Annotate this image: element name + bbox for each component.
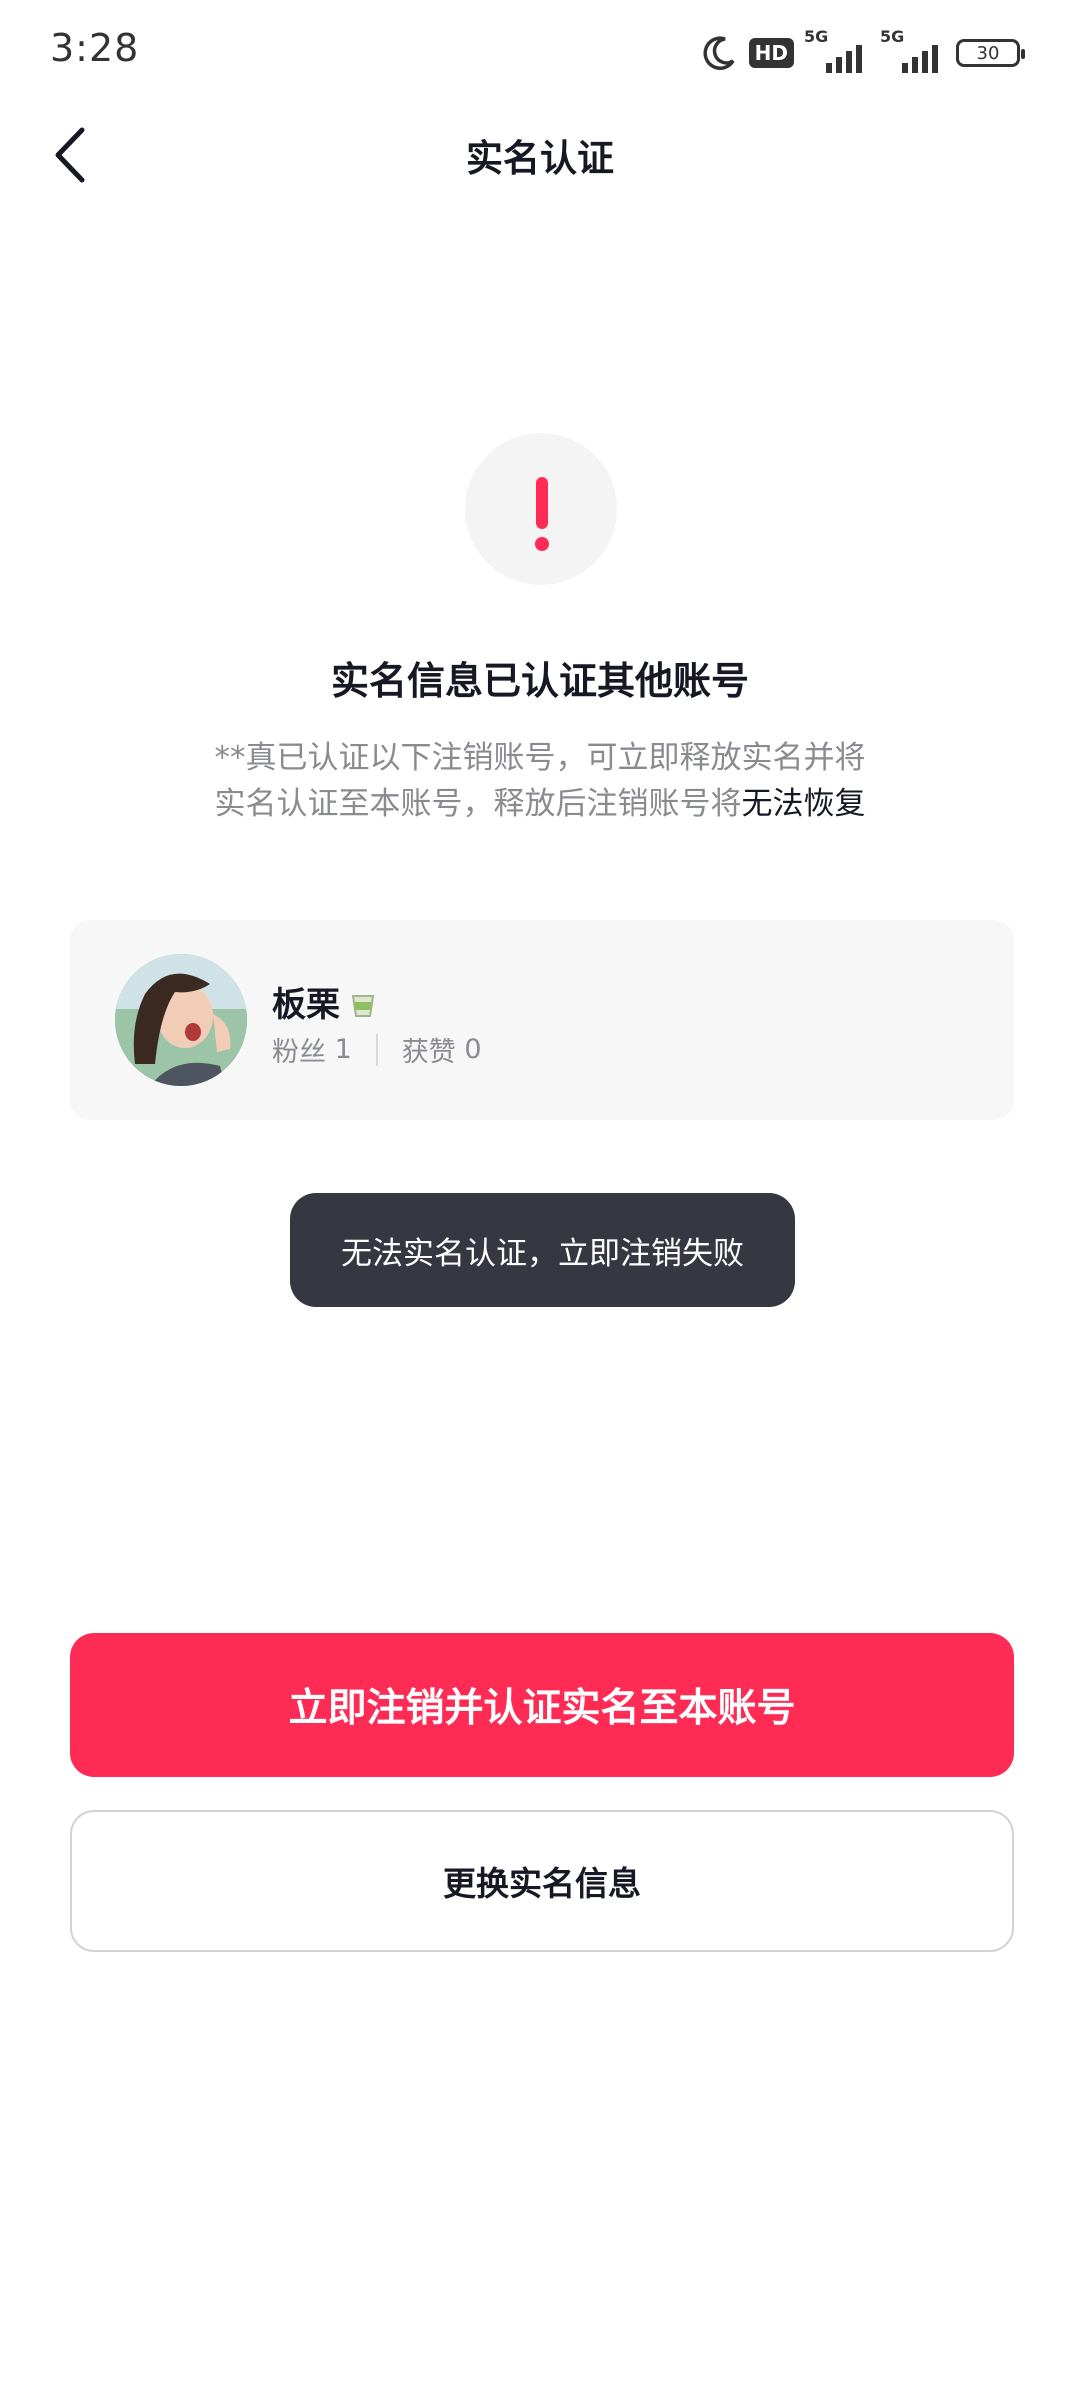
battery-icon: 30 xyxy=(956,39,1025,67)
page-title: 实名认证 xyxy=(466,137,614,180)
account-name: 板栗 xyxy=(272,977,376,1026)
avatar xyxy=(115,954,247,1086)
status-icons: HD 5G 5G 30 xyxy=(699,27,1025,76)
likes-label: 获赞 xyxy=(401,1037,456,1068)
cancel-account-and-verify-button[interactable]: 立即注销并认证实名至本账号 xyxy=(70,1633,1014,1777)
likes-count: 0 xyxy=(464,1034,482,1065)
change-identity-button[interactable]: 更换实名信息 xyxy=(70,1810,1014,1952)
warning-description: **真已认证以下注销账号，可立即释放实名并将 实名认证至本账号，释放后注销账号将… xyxy=(214,740,866,822)
fans-label: 粉丝 xyxy=(272,1037,326,1068)
hd-badge: HD xyxy=(748,38,794,68)
account-card[interactable]: 板栗 粉丝 1 获赞 0 xyxy=(70,920,1014,1120)
signal-icon: 5G xyxy=(804,27,870,73)
status-time: 3:28 xyxy=(50,26,140,70)
account-stats: 粉丝 1 获赞 0 xyxy=(272,1030,482,1069)
divider xyxy=(375,1033,378,1066)
signal-icon: 5G xyxy=(880,27,946,73)
warning-heading: 实名信息已认证其他账号 xyxy=(330,659,749,703)
status-bar: 3:28 HD 5G 5G 30 xyxy=(0,0,1080,110)
toast-message: 无法实名认证，立即注销失败 xyxy=(290,1193,795,1307)
fans-count: 1 xyxy=(334,1034,352,1065)
tea-cup-icon xyxy=(350,987,376,1017)
moon-icon xyxy=(699,33,739,73)
exclamation-icon xyxy=(465,433,617,585)
